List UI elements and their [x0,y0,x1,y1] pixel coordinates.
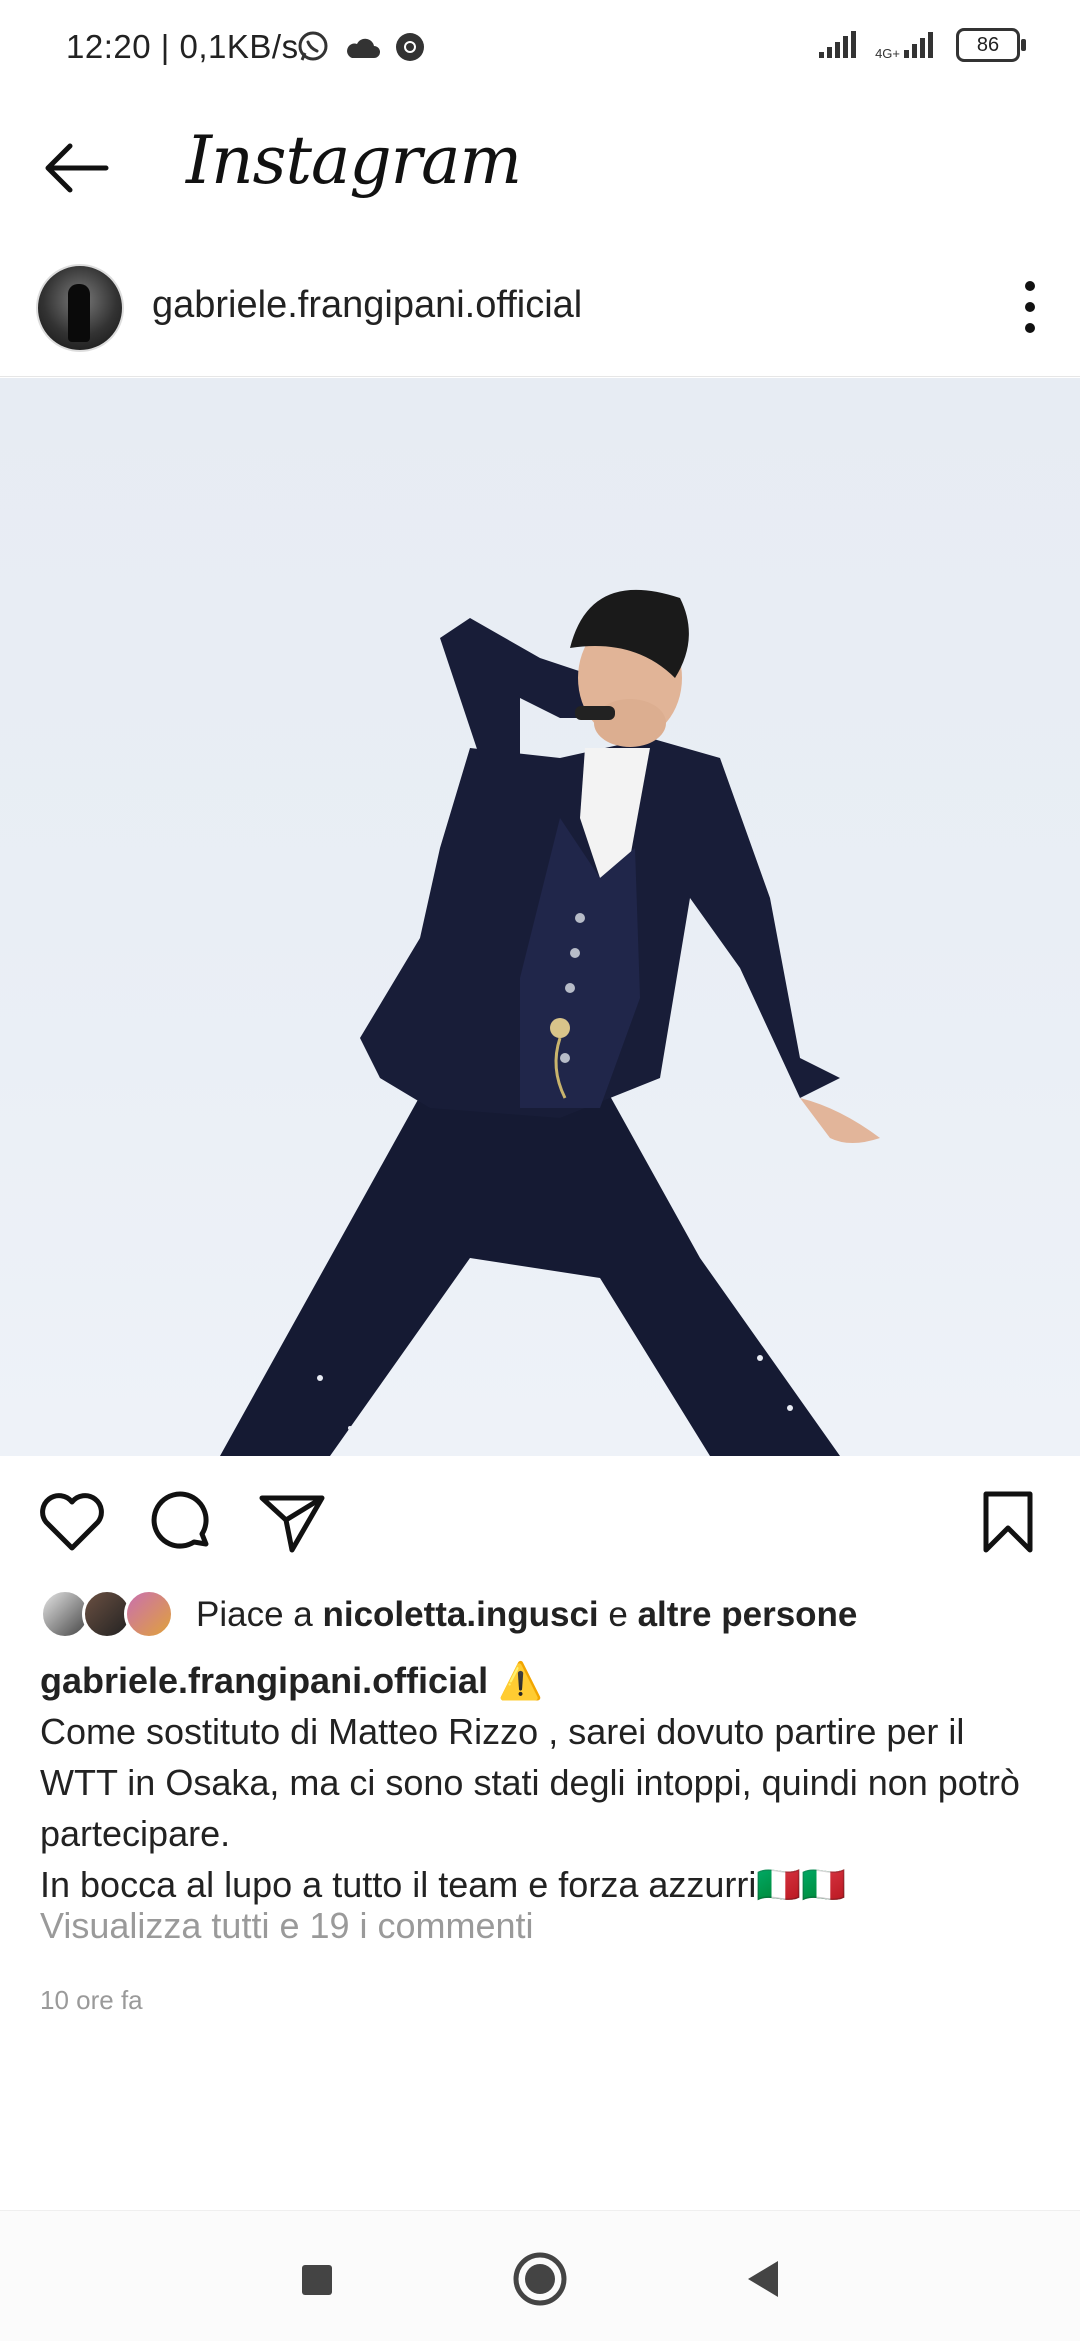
app-title: Instagram [186,122,522,199]
likes-row[interactable]: Piace a nicoletta.ingusci e altre person… [0,1585,1080,1645]
caption-text-line2: In bocca al lupo a tutto il team e forza… [40,1864,847,1905]
back-button[interactable] [40,138,112,198]
save-button[interactable] [972,1486,1044,1558]
post-timestamp: 10 ore fa [40,1985,143,2015]
status-time: 12:20 | 0,1KB/s [66,28,299,65]
arrow-left-icon [45,143,109,193]
likes-text: Piace a nicoletta.ingusci e altre person… [196,1595,858,1634]
post-actions [0,1470,1080,1580]
more-options-button[interactable] [1010,272,1050,342]
liker-username[interactable]: nicoletta.ingusci [322,1595,598,1634]
square-icon [302,2265,332,2295]
system-nav-bar [0,2210,1080,2341]
triangle-back-icon [748,2261,778,2297]
comment-button[interactable] [146,1486,218,1558]
comment-icon [151,1491,209,1549]
battery-indicator: 86 [956,28,1026,62]
post-username[interactable]: gabriele.frangipani.official [152,284,582,327]
caption-text: Come sostituto di Matteo Rizzo , sarei d… [40,1711,1020,1854]
other-likers-link[interactable]: altre persone [638,1595,858,1634]
home-button[interactable] [510,2249,570,2309]
post-caption: gabriele.frangipani.official ⚠️ Come sos… [40,1655,1050,1910]
post-header: gabriele.frangipani.official [0,250,1080,377]
avatar[interactable] [36,264,124,352]
more-vertical-icon [1025,281,1035,333]
recents-button[interactable] [286,2249,346,2309]
chrome-icon [396,33,424,61]
skater-figure [220,589,880,1456]
post-photo[interactable] [0,378,1080,1456]
warning-emoji: ⚠️ [498,1660,543,1701]
circle-icon [513,2252,567,2306]
back-nav-button[interactable] [734,2249,794,2309]
status-bar: 12:20 | 0,1KB/s 4G+ 86 [0,0,1080,100]
app-header: Instagram [0,100,1080,230]
signal-4g-icon: 4G+ [875,30,938,60]
cloud-icon [347,38,380,58]
like-button[interactable] [36,1486,108,1558]
bookmark-icon [983,1491,1033,1553]
heart-icon [40,1493,104,1551]
signal-icon [819,31,857,58]
status-notification-icons [296,30,426,64]
send-icon [259,1495,325,1553]
view-comments-link[interactable]: Visualizza tutti e 19 i commenti [40,1905,534,1947]
whatsapp-icon [298,31,328,61]
liker-avatar [124,1589,174,1639]
caption-username[interactable]: gabriele.frangipani.official [40,1660,488,1701]
status-system-icons: 4G+ 86 [817,28,1026,62]
share-button[interactable] [256,1486,328,1558]
